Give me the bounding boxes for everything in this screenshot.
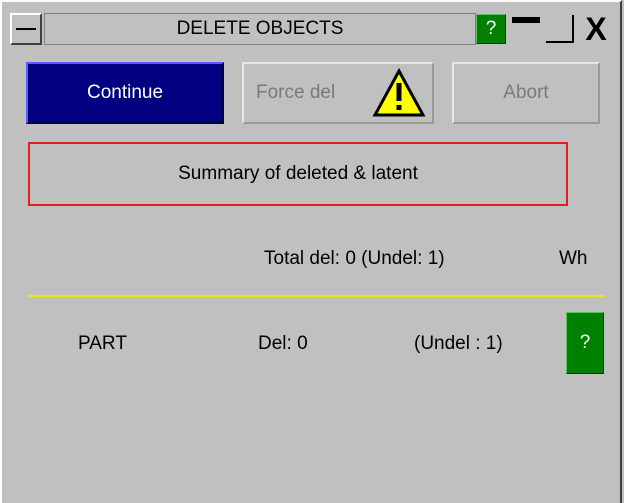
summary-button[interactable]: Summary of deleted & latent — [28, 142, 568, 206]
delete-objects-window: DELETE OBJECTS ? X Continue Force del Ab… — [0, 0, 622, 503]
menu-dash-icon — [16, 28, 36, 30]
row-type-part: PART — [78, 333, 127, 354]
abort-button[interactable]: Abort — [452, 62, 600, 124]
maximize-icon — [546, 41, 572, 43]
warning-icon — [372, 68, 426, 117]
force-delete-button[interactable]: Force del — [242, 62, 434, 124]
window-title: DELETE OBJECTS — [44, 13, 476, 45]
divider — [28, 295, 604, 297]
wh-column-header: Wh — [559, 248, 588, 269]
title-bar: DELETE OBJECTS ? X — [10, 10, 616, 48]
force-delete-label: Force del — [256, 82, 336, 103]
total-deleted-text: Total del: 0 (Undel: 1) — [264, 248, 445, 269]
row-help-button[interactable]: ? — [566, 312, 604, 374]
row-deleted-count: Del: 0 — [258, 333, 308, 354]
close-button[interactable]: X — [578, 13, 614, 45]
window-menu-button[interactable] — [10, 13, 42, 45]
minimize-button[interactable] — [510, 13, 542, 45]
window-help-button[interactable]: ? — [476, 14, 506, 44]
maximize-button[interactable] — [544, 13, 576, 45]
minimize-icon — [512, 17, 540, 23]
continue-button[interactable]: Continue — [26, 62, 224, 124]
row-undeleted-count: (Undel : 1) — [414, 333, 503, 354]
